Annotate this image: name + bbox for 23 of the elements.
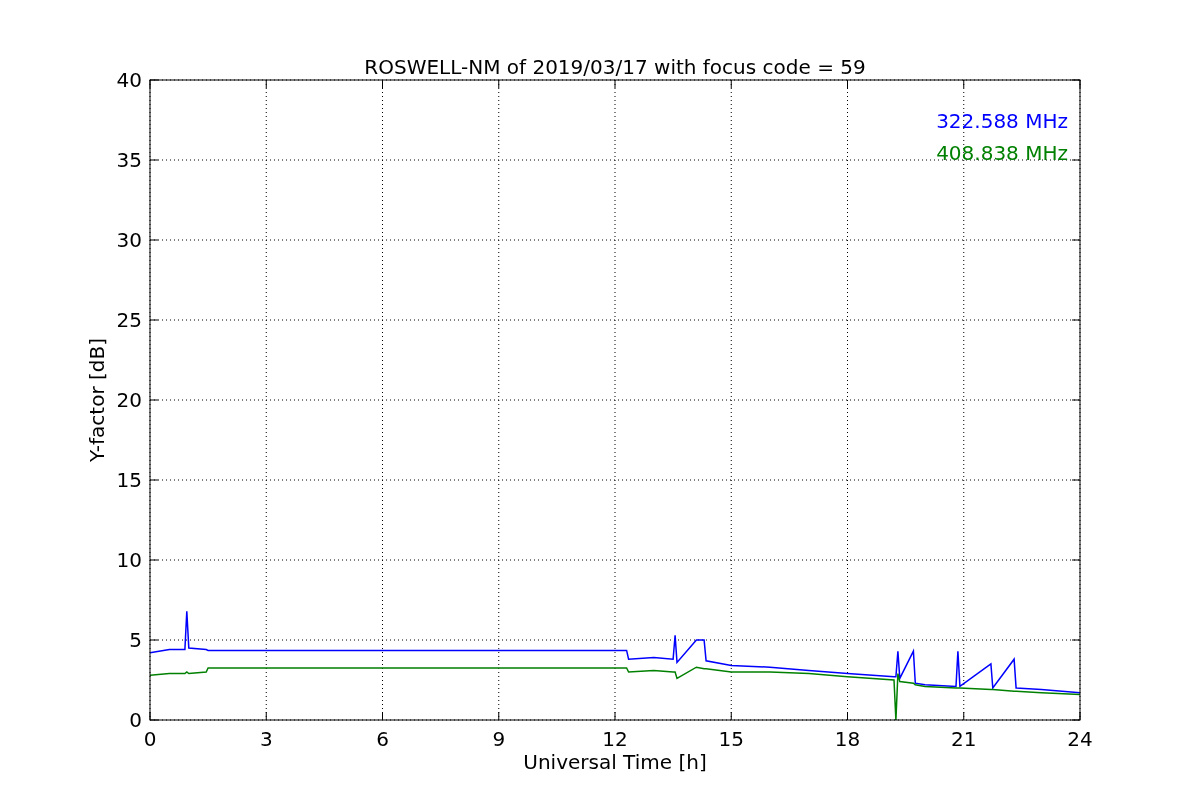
tick-label: 24 (1067, 727, 1093, 751)
tick-label: 30 (116, 228, 142, 252)
tick-label: 0 (143, 727, 157, 751)
tick-label: 3 (259, 727, 273, 751)
tick-label: 20 (116, 388, 142, 412)
tick-label: 12 (602, 727, 628, 751)
tick-label: 40 (116, 68, 142, 92)
tick-label: 35 (116, 148, 142, 172)
tick-label: 5 (129, 628, 142, 652)
y-axis-label: Y-factor [dB] (85, 338, 109, 462)
legend-label: 408.838 MHz (936, 141, 1068, 165)
tick-label: 15 (718, 727, 744, 751)
legend-label: 322.588 MHz (936, 109, 1068, 133)
tick-label: 10 (116, 548, 142, 572)
tick-label: 15 (116, 468, 142, 492)
chart-title: ROSWELL-NM of 2019/03/17 with focus code = 59 (364, 55, 866, 79)
tick-label: 25 (116, 308, 142, 332)
tick-label: 6 (376, 727, 389, 751)
x-axis-label: Universal Time [h] (523, 750, 707, 774)
tick-label: 9 (492, 727, 506, 751)
tick-label: 18 (834, 727, 861, 751)
tick-label: 0 (129, 708, 142, 732)
tick-label: 21 (951, 727, 977, 751)
